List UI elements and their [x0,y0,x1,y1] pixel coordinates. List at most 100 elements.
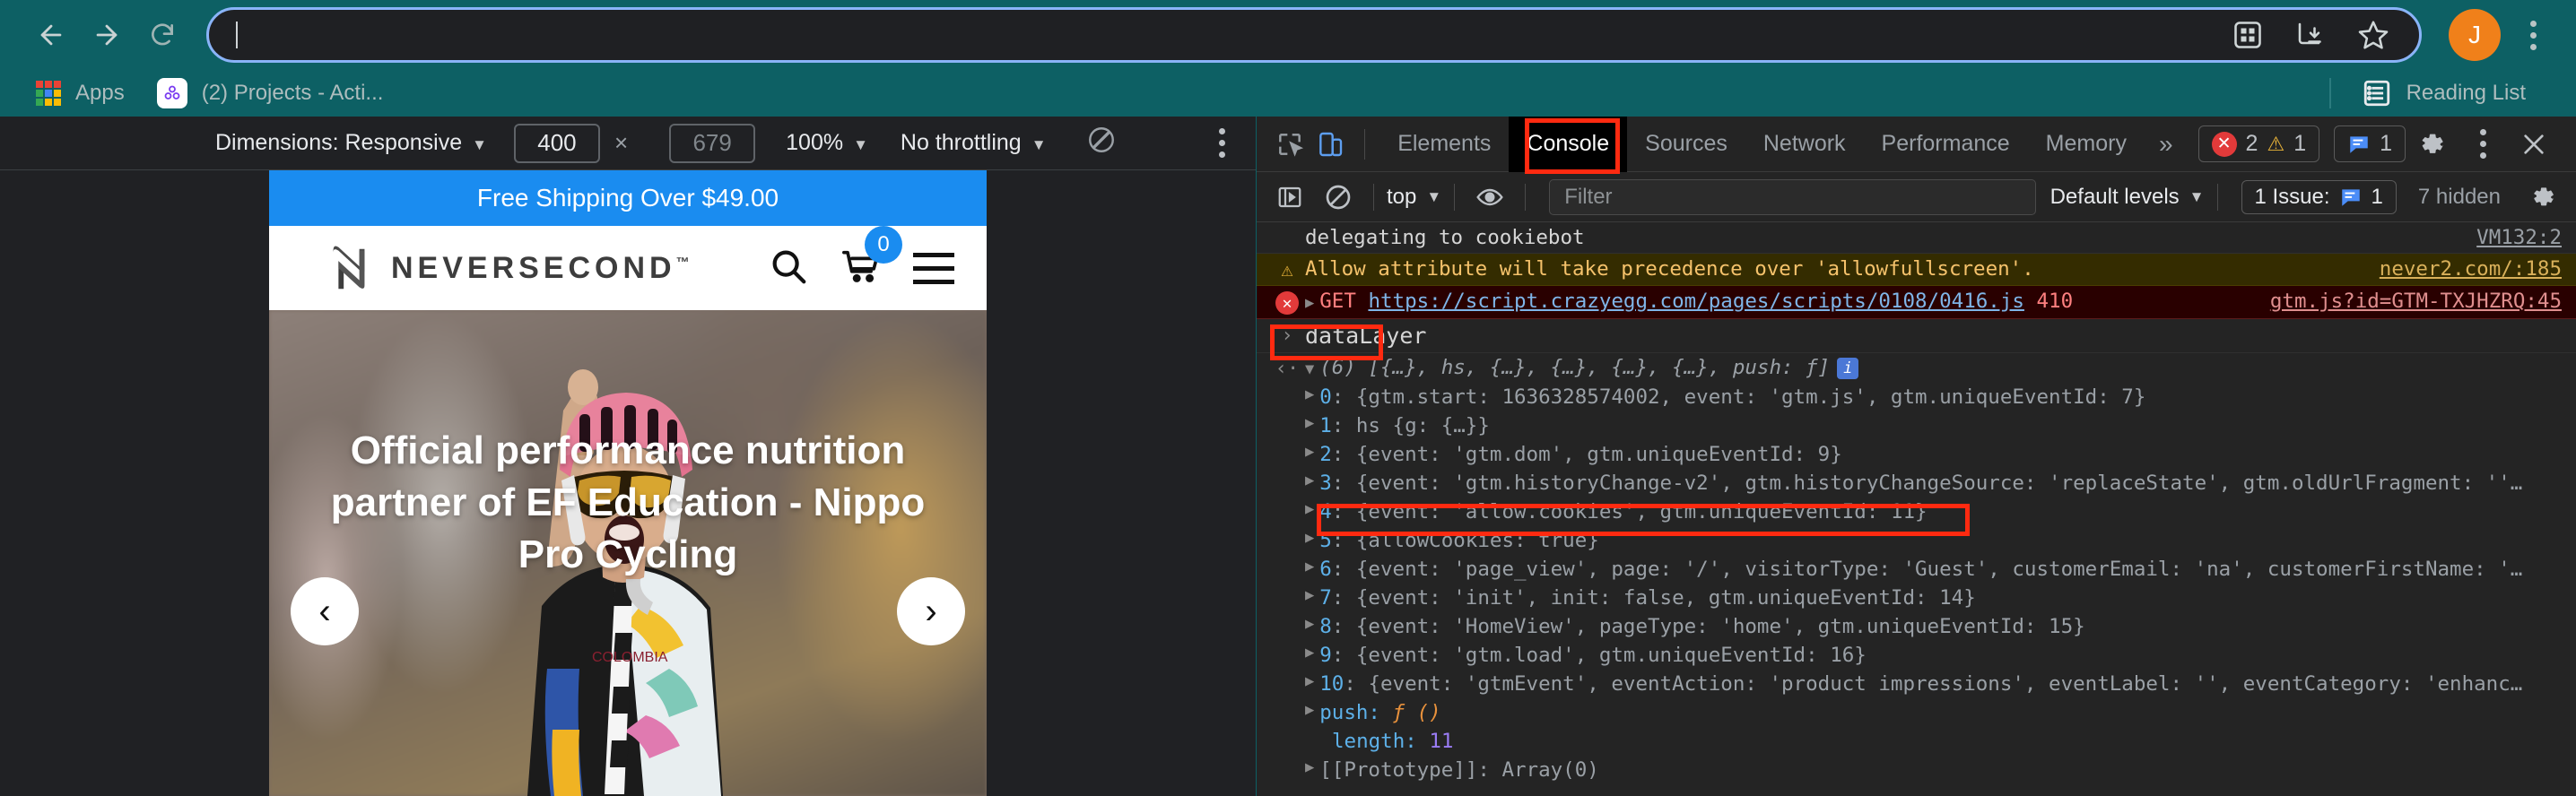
inspect-element-button[interactable] [1269,121,1310,168]
result-entry-row[interactable]: ▶9: {event: 'gtm.load', gtm.uniqueEventI… [1257,641,2576,670]
console-result-row[interactable]: ‹· ▼(6) [{…}, hs, {…}, {…}, {…}, {…}, pu… [1257,353,2576,383]
search-icon [768,246,809,287]
device-width-input[interactable]: 400 [514,124,600,163]
kebab-dot [2530,21,2537,27]
expand-triangle-icon[interactable]: ▶ [1305,472,1314,489]
site-cart-button[interactable]: 0 [840,246,883,291]
expand-triangle-icon[interactable]: ▶ [1305,558,1314,575]
bookmark-apps-label: Apps [75,81,125,106]
bookmark-button[interactable] [2354,16,2392,54]
entry-content: hs {g: {…}} [1356,414,2562,437]
promo-banner: Free Shipping Over $49.00 [269,170,987,226]
result-entry-row[interactable]: ▶7: {event: 'init', init: false, gtm.uni… [1257,584,2576,612]
devtools-settings-button[interactable] [2406,121,2458,168]
row-gutter: › [1269,323,1305,347]
execution-context-dropdown[interactable]: top▼ [1387,185,1441,210]
tab-memory[interactable]: Memory [2028,117,2145,172]
site-logo[interactable]: NEVERSECOND™ [321,240,690,296]
profile-avatar[interactable]: J [2449,9,2501,61]
result-entry-row[interactable]: ▶2: {event: 'gtm.dom', gtm.uniqueEventId… [1257,440,2576,469]
result-prototype-row[interactable]: ▶[[Prototype]]: Array(0) [1257,756,2576,784]
expand-triangle-icon[interactable]: ▶ [1305,701,1314,719]
tab-network[interactable]: Network [1745,117,1864,172]
expand-triangle-icon[interactable]: ▶ [1305,672,1314,690]
carousel-prev-button[interactable]: ‹ [291,577,359,645]
console-warning-text: Allow attribute will take precedence ove… [1305,257,2358,281]
result-entry-row[interactable]: ▶5: {allowCookies: true} [1257,526,2576,555]
console-command-row[interactable]: › dataLayer [1257,319,2576,353]
site-search-button[interactable] [768,246,809,291]
browser-menu-button[interactable] [2513,7,2553,63]
tab-sources[interactable]: Sources [1627,117,1745,172]
result-entry-row-highlighted[interactable]: ▶4: {event: 'allow.cookies', gtm.uniqueE… [1257,497,2576,526]
console-warning-row[interactable]: ⚠ Allow attribute will take precedence o… [1257,254,2576,286]
tab-performance[interactable]: Performance [1864,117,2028,172]
address-bar[interactable] [206,7,2422,63]
result-push-row[interactable]: ▶push: ƒ () [1257,698,2576,727]
site-menu-button[interactable] [913,253,954,284]
reading-list-button[interactable]: Reading List [2329,78,2556,108]
console-sidebar-toggle[interactable] [1267,175,1312,220]
info-badge-icon[interactable]: i [1837,358,1858,379]
devtools-menu-button[interactable] [2465,129,2501,159]
result-entry-row[interactable]: ▶10: {event: 'gtmEvent', eventAction: 'p… [1257,670,2576,698]
result-entry-row[interactable]: ▶3: {event: 'gtm.historyChange-v2', gtm.… [1257,469,2576,497]
bookmark-apps[interactable]: Apps [20,74,141,113]
network-throttle-dropdown[interactable]: No throttling▼ [901,130,1047,156]
console-error-source[interactable]: gtm.js?id=GTM-TXJHZRQ:45 [2249,290,2562,313]
device-height-input[interactable]: 679 [669,124,755,163]
warning-count: 1 [2293,131,2306,157]
downloads-button[interactable] [2292,16,2329,54]
console-log-row[interactable]: delegating to cookiebot VM132:2 [1257,222,2576,254]
result-entry-row[interactable]: ▶6: {event: 'page_view', page: '/', visi… [1257,555,2576,584]
log-levels-dropdown[interactable]: Default levels▼ [2050,185,2205,210]
bookmark-item-label: (2) Projects - Acti... [202,81,384,106]
entry-index: 7 [1319,586,1332,610]
console-filter-input[interactable]: Filter [1549,179,2035,215]
expand-triangle-icon[interactable]: ▶ [1305,586,1314,604]
reload-button[interactable] [135,7,190,63]
expand-triangle-icon[interactable]: ▶ [1305,529,1314,547]
rotate-device-button[interactable] [1086,125,1117,161]
expand-triangle-icon[interactable]: ▶ [1305,644,1314,662]
expand-triangle-icon[interactable]: ▶ [1305,615,1314,633]
tab-elements[interactable]: Elements [1379,117,1509,172]
live-expression-button[interactable] [1467,175,1512,220]
expand-triangle-icon[interactable]: ▶ [1305,294,1314,312]
expand-triangle-icon[interactable]: ▶ [1305,758,1314,776]
error-url[interactable]: https://script.crazyegg.com/pages/script… [1368,290,2024,313]
console-warning-source[interactable]: never2.com/:185 [2358,257,2562,281]
result-entry-row[interactable]: ▶0: {gtm.start: 1636328574002, event: 'g… [1257,383,2576,411]
clear-console-button[interactable] [1316,175,1361,220]
result-entry-row[interactable]: ▶8: {event: 'HomeView', pageType: 'home'… [1257,612,2576,641]
console-log-text: delegating to cookiebot [1305,226,2455,249]
tab-console[interactable]: Console [1509,117,1627,172]
console-message-list[interactable]: delegating to cookiebot VM132:2 ⚠ Allow … [1257,222,2576,796]
console-settings-button[interactable] [2520,175,2565,220]
collapse-triangle-icon[interactable]: ▼ [1305,360,1314,378]
console-log-source[interactable]: VM132:2 [2455,226,2562,249]
error-warning-counter[interactable]: ✕ 2 ⚠ 1 [2198,125,2320,162]
issues-counter[interactable]: 1 [2334,125,2406,162]
device-toolbar-menu-button[interactable] [1219,128,1225,158]
result-entry-row[interactable]: ▶1: hs {g: {…}} [1257,411,2576,440]
back-button[interactable] [23,7,79,63]
devtools-tabbar-right [2406,121,2576,168]
more-tabs-button[interactable]: » [2145,130,2188,159]
carousel-next-button[interactable]: › [897,577,965,645]
device-toolbar-toggle[interactable] [1310,121,1350,168]
expand-triangle-icon[interactable]: ▶ [1305,500,1314,518]
console-command-text[interactable]: dataLayer [1305,323,2562,349]
forward-button[interactable] [79,7,135,63]
expand-triangle-icon[interactable]: ▶ [1305,385,1314,403]
install-app-button[interactable] [2229,16,2267,54]
expand-triangle-icon[interactable]: ▶ [1305,443,1314,461]
expand-triangle-icon[interactable]: ▶ [1305,414,1314,432]
console-error-row[interactable]: ✕ ▶GET https://script.crazyegg.com/pages… [1257,286,2576,319]
bookmark-item-projects[interactable]: (2) Projects - Acti... [141,74,400,113]
result-summary-text: (6) [{…}, hs, {…}, {…}, {…}, {…}, push: … [1319,356,1830,379]
device-zoom-dropdown[interactable]: 100%▼ [786,130,868,156]
device-dimensions-dropdown[interactable]: Dimensions: Responsive▼ [215,130,487,156]
devtools-close-button[interactable] [2508,121,2560,168]
console-issues-button[interactable]: 1 Issue: 1 [2241,180,2397,214]
